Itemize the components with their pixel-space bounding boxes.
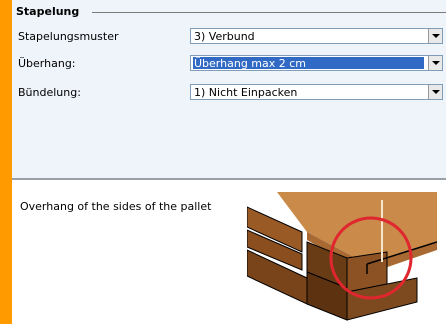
stacking-pattern-label: Stapelungsmuster — [18, 30, 119, 43]
pallet-overhang-illustration — [247, 192, 437, 321]
chevron-down-icon[interactable] — [428, 85, 442, 99]
left-accent-bar — [0, 0, 12, 324]
chevron-down-icon[interactable] — [428, 29, 442, 43]
stacking-pattern-select[interactable]: 3) Verbund — [190, 28, 443, 44]
overhang-label: Überhang: — [18, 57, 76, 70]
bundling-value: 1) Nicht Einpacken — [194, 86, 298, 99]
overhang-selection-highlight: Überhang max 2 cm — [193, 57, 424, 70]
info-description: Overhang of the sides of the pallet — [20, 200, 212, 213]
chevron-down-icon[interactable] — [428, 56, 442, 70]
bundling-label: Bündelung: — [18, 86, 81, 99]
group-divider-line — [92, 12, 446, 13]
group-title: Stapelung — [16, 5, 83, 18]
stacking-group-panel: Stapelung Stapelungsmuster 3) Verbund Üb… — [12, 0, 446, 178]
overhang-select[interactable]: Überhang max 2 cm — [190, 55, 443, 71]
stacking-pattern-value: 3) Verbund — [194, 30, 255, 43]
bundling-select[interactable]: 1) Nicht Einpacken — [190, 84, 443, 100]
overhang-value: Überhang max 2 cm — [194, 57, 307, 70]
info-panel: Overhang of the sides of the pallet — [12, 180, 446, 324]
